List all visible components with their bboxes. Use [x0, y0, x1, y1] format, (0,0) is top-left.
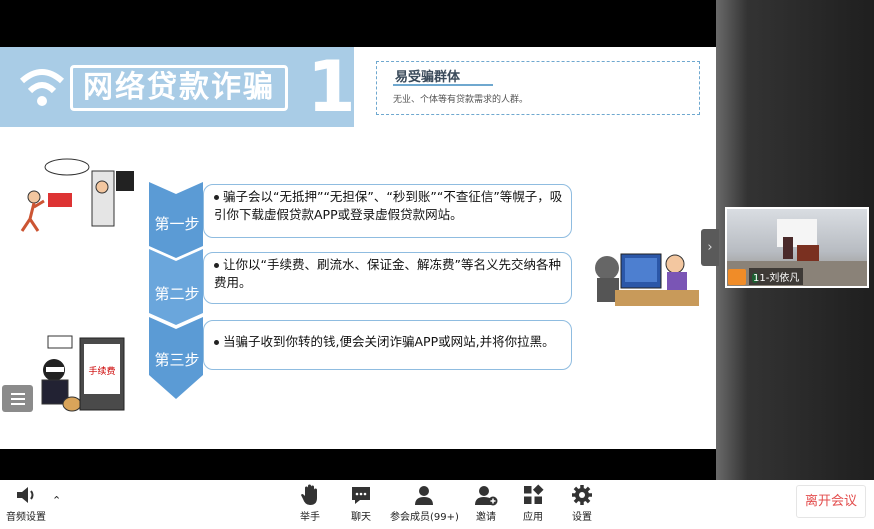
bullet-icon [214, 340, 219, 345]
bullet-icon [214, 263, 219, 268]
chat-button[interactable]: 聊天 [350, 484, 372, 523]
vulnerable-group-box: 易受骗群体 无业、个体等有贷款需求的人群。 [376, 61, 700, 115]
step-label-2: 第二步 [154, 285, 200, 303]
raise-hand-label: 举手 [300, 512, 320, 523]
meeting-window: 网络贷款诈骗 1 易受骗群体 无业、个体等有贷款需求的人群。 第一步 第二步 第… [0, 0, 874, 529]
participant-video-tile[interactable]: 11-刘依凡 [725, 207, 869, 288]
settings-button[interactable]: 设置 [571, 484, 593, 523]
person-icon [415, 486, 434, 505]
hand-icon [301, 484, 317, 505]
list-menu-button[interactable] [2, 385, 33, 412]
gear-icon [572, 485, 592, 505]
panel-collapse-handle[interactable]: › [701, 229, 719, 266]
avatar-icon [728, 269, 746, 285]
shared-slide: 网络贷款诈骗 1 易受骗群体 无业、个体等有贷款需求的人群。 第一步 第二步 第… [0, 47, 716, 449]
slide-number: 1 [307, 47, 356, 128]
vulnerable-text: 无业、个体等有贷款需求的人群。 [393, 95, 529, 105]
invite-button[interactable]: 邀请 [474, 484, 498, 523]
step-label-3: 第三步 [154, 351, 200, 369]
computer-user-illustration [595, 253, 699, 306]
leave-meeting-button[interactable]: 离开会议 [796, 485, 866, 518]
members-button[interactable]: 参会成员(99+) [390, 484, 459, 523]
meeting-toolbar: 音频设置 ⌃ 举手 聊天 参会成员(99+) 邀请 应用 设置 离开会议 [0, 480, 874, 529]
step-text-2: 让你以“手续费、刷流水、保证金、解冻费”等名义先交纳各种费用。 [214, 257, 561, 290]
apps-button[interactable]: 应用 [522, 484, 544, 523]
audio-settings-button[interactable]: 音频设置 [6, 484, 46, 523]
speaker-icon [17, 487, 34, 503]
members-label: 参会成员(99+) [390, 512, 459, 523]
chat-icon [352, 487, 370, 504]
step-box-2: 让你以“手续费、刷流水、保证金、解冻费”等名义先交纳各种费用。 [203, 252, 572, 304]
step-text-1: 骗子会以“无抵押”“无担保”、“秒到账”“不查征信”等幌子，吸引你下载虚假贷款A… [214, 189, 563, 222]
participant-name: 11-刘依凡 [749, 268, 804, 285]
chat-label: 聊天 [351, 512, 371, 523]
illus-sign-text: 手续费 [88, 365, 115, 377]
heading-underline [393, 84, 493, 86]
step-text-3: 当骗子收到你转的钱,便会关闭诈骗APP或网站,并将你拉黑。 [223, 334, 555, 349]
step-box-1: 骗子会以“无抵押”“无担保”、“秒到账”“不查征信”等幌子，吸引你下载虚假贷款A… [203, 184, 572, 238]
apps-label: 应用 [523, 512, 543, 523]
step-label-1: 第一步 [154, 215, 200, 233]
scam-cartoon-illustration [12, 157, 138, 237]
apps-grid-icon [524, 484, 544, 504]
slide-title: 网络贷款诈骗 [70, 65, 288, 111]
slide-banner: 网络贷款诈骗 1 [0, 47, 356, 128]
thief-illustration: 手续费 [41, 335, 125, 412]
wifi-icon [19, 69, 65, 106]
invite-label: 邀请 [476, 512, 496, 523]
audio-label: 音频设置 [6, 512, 46, 523]
vulnerable-heading: 易受骗群体 [395, 70, 461, 85]
step-box-3: 当骗子收到你转的钱,便会关闭诈骗APP或网站,并将你拉黑。 [203, 320, 572, 370]
chevron-up-icon[interactable]: ⌃ [52, 494, 61, 507]
settings-label: 设置 [572, 512, 592, 523]
add-person-icon [475, 486, 498, 506]
raise-hand-button[interactable]: 举手 [300, 484, 320, 523]
bullet-icon [214, 195, 219, 200]
